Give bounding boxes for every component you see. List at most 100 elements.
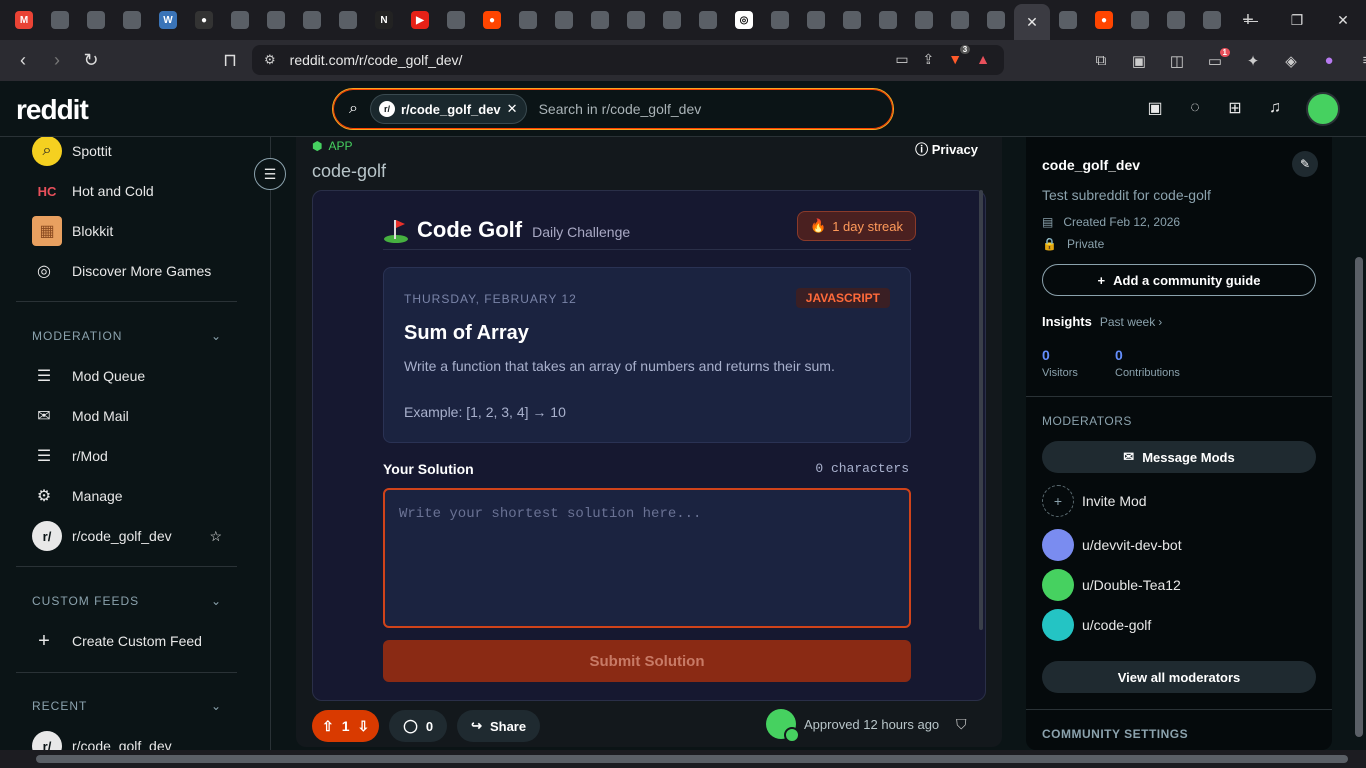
minimize-icon[interactable]: —: [1228, 0, 1274, 40]
scrollbar-thumb[interactable]: [36, 755, 1348, 763]
active-tab[interactable]: ✕: [1014, 4, 1050, 40]
url-bar[interactable]: ⚙ reddit.com/r/code_golf_dev/ ▭ ⇪ ▼ 3 ▲: [252, 45, 1004, 75]
mod-shield-icon[interactable]: ⛉: [956, 716, 967, 733]
browser-tab[interactable]: [618, 0, 654, 40]
close-window-icon[interactable]: ✕: [1320, 0, 1366, 40]
reload-icon[interactable]: ↻: [76, 46, 106, 76]
moderator-item[interactable]: u/devvit-dev-bot: [1042, 529, 1182, 561]
advertise-icon[interactable]: ▣: [1142, 95, 1168, 121]
leo-icon[interactable]: ✦: [1240, 52, 1266, 70]
site-info-icon[interactable]: ⚙: [264, 52, 276, 68]
browser-tab[interactable]: ◎: [726, 0, 762, 40]
moderator-item[interactable]: u/code-golf: [1042, 609, 1151, 641]
browser-tab[interactable]: [42, 0, 78, 40]
browser-tab[interactable]: [258, 0, 294, 40]
create-post-icon[interactable]: ⊞: [1222, 95, 1248, 121]
browser-tab[interactable]: [690, 0, 726, 40]
browser-tab[interactable]: ▶: [402, 0, 438, 40]
sidebar-toggle-icon[interactable]: ◫: [1164, 52, 1190, 70]
browser-tab[interactable]: [762, 0, 798, 40]
browser-tab[interactable]: [78, 0, 114, 40]
browser-tab[interactable]: ●: [474, 0, 510, 40]
search-input[interactable]: Search in r/code_golf_dev: [539, 101, 702, 117]
solution-editor[interactable]: Write your shortest solution here...: [383, 488, 911, 628]
user-avatar[interactable]: [1306, 92, 1340, 126]
browser-tab[interactable]: [546, 0, 582, 40]
reader-icon[interactable]: ▣: [1126, 52, 1152, 70]
downvote-icon[interactable]: ⇩: [358, 718, 370, 735]
collapse-sidebar-button[interactable]: ☰: [254, 158, 286, 190]
share-icon[interactable]: ⇪: [923, 51, 935, 68]
page-horizontal-scrollbar[interactable]: [0, 750, 1366, 768]
post-title[interactable]: code-golf: [312, 161, 386, 182]
chip-close-icon[interactable]: ✕: [507, 101, 518, 117]
scrollbar-thumb[interactable]: [1355, 257, 1363, 737]
insights-header[interactable]: Insights Past week ›: [1042, 314, 1162, 329]
search-bar[interactable]: ⌕ r/ r/code_golf_dev ✕ Search in r/code_…: [332, 88, 894, 130]
browser-tab[interactable]: ●: [1086, 0, 1122, 40]
browser-tab[interactable]: ●: [186, 0, 222, 40]
browser-tab[interactable]: [582, 0, 618, 40]
browser-tab[interactable]: [798, 0, 834, 40]
reddit-logo[interactable]: reddit: [16, 94, 89, 126]
sidebar-item-recent[interactable]: r/ r/code_golf_dev: [32, 726, 172, 750]
sidebar-item-spottit[interactable]: ⌕ Spottit: [32, 137, 112, 171]
sidebar-item-discover-games[interactable]: ◎ Discover More Games: [32, 251, 211, 291]
app-scrollbar[interactable]: [979, 190, 983, 630]
forward-icon[interactable]: ›: [42, 46, 72, 76]
community-search-chip[interactable]: r/ r/code_golf_dev ✕: [369, 94, 527, 124]
back-icon[interactable]: ‹: [8, 46, 38, 76]
star-icon[interactable]: ☆: [209, 528, 222, 545]
sidebar-item-mod-mail[interactable]: ✉ Mod Mail: [32, 396, 129, 436]
view-all-moderators-button[interactable]: View all moderators: [1042, 661, 1316, 693]
page-vertical-scrollbar[interactable]: [1352, 137, 1366, 750]
browser-tab[interactable]: [330, 0, 366, 40]
cast-icon[interactable]: ▭: [895, 51, 908, 68]
browser-tab[interactable]: [294, 0, 330, 40]
browser-tab[interactable]: [870, 0, 906, 40]
maximize-icon[interactable]: ❐: [1274, 0, 1320, 40]
sidebar-item-r-mod[interactable]: ☰ r/Mod: [32, 436, 108, 476]
browser-tab[interactable]: [906, 0, 942, 40]
browser-tab[interactable]: [978, 0, 1014, 40]
approver-avatar[interactable]: [766, 709, 800, 743]
community-settings-title[interactable]: COMMUNITY SETTINGS: [1042, 727, 1188, 741]
sidebar-item-mod-queue[interactable]: ☰ Mod Queue: [32, 356, 145, 396]
menu-icon[interactable]: ≡: [1354, 52, 1366, 69]
sidebar-item-hot-and-cold[interactable]: HC Hot and Cold: [32, 171, 154, 211]
share-button[interactable]: ↪ Share: [457, 710, 541, 742]
bookmark-icon[interactable]: ⊓: [215, 45, 245, 75]
browser-tab[interactable]: [654, 0, 690, 40]
invite-mod-button[interactable]: + Invite Mod: [1042, 485, 1147, 517]
message-mods-button[interactable]: ✉ Message Mods: [1042, 441, 1316, 473]
browser-tab[interactable]: [1122, 0, 1158, 40]
browser-tab[interactable]: [1050, 0, 1086, 40]
browser-tab[interactable]: [1158, 0, 1194, 40]
close-tab-icon[interactable]: ✕: [1026, 14, 1038, 31]
comments-button[interactable]: ◯ 0: [389, 710, 448, 742]
privacy-link[interactable]: ⓘ Privacy: [915, 139, 978, 158]
moderator-item[interactable]: u/Double-Tea12: [1042, 569, 1181, 601]
browser-tab[interactable]: [1194, 0, 1230, 40]
custom-feeds-section-header[interactable]: CUSTOM FEEDS ⌄: [32, 594, 222, 608]
browser-tab[interactable]: M: [6, 0, 42, 40]
sidebar-item-code-golf-dev[interactable]: r/ r/code_golf_dev ☆: [32, 516, 222, 556]
add-community-guide-button[interactable]: + Add a community guide: [1042, 264, 1316, 296]
browser-tab[interactable]: [222, 0, 258, 40]
edit-icon[interactable]: ✎: [1292, 151, 1318, 177]
sidebar-item-blokkit[interactable]: ▦ Blokkit: [32, 211, 113, 251]
rewards-icon[interactable]: ▲: [976, 51, 990, 68]
notifications-icon[interactable]: ♫: [1262, 95, 1288, 121]
browser-tab[interactable]: [510, 0, 546, 40]
moderation-section-header[interactable]: MODERATION ⌄: [32, 329, 222, 343]
browser-tab[interactable]: [438, 0, 474, 40]
browser-tab[interactable]: [834, 0, 870, 40]
chat-icon[interactable]: ◌: [1182, 95, 1208, 121]
upvote-icon[interactable]: ⇧: [322, 718, 334, 735]
extensions-icon[interactable]: ⧉: [1088, 52, 1114, 69]
sidebar-item-manage[interactable]: ⚙ Manage: [32, 476, 123, 516]
browser-tab[interactable]: [942, 0, 978, 40]
browser-tab[interactable]: [114, 0, 150, 40]
browser-tab[interactable]: N: [366, 0, 402, 40]
sidebar-item-create-feed[interactable]: + Create Custom Feed: [32, 621, 202, 661]
